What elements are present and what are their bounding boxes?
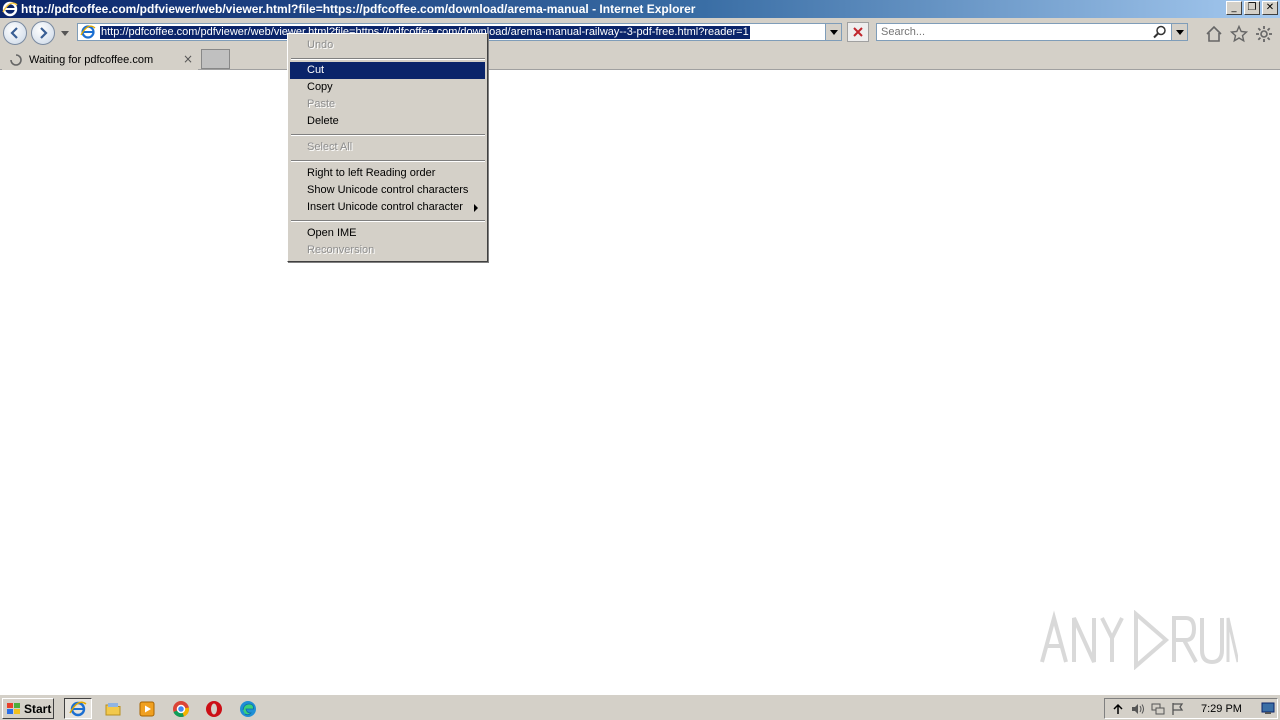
close-icon <box>853 27 863 37</box>
volume-icon[interactable] <box>1131 702 1145 716</box>
taskbar: Start 7:29 PM <box>0 694 1280 720</box>
tab-loading-page[interactable]: Waiting for pdfcoffee.com × <box>2 49 198 70</box>
navigation-toolbar: http://pdfcoffee.com/pdfviewer/web/viewe… <box>0 18 1280 48</box>
menu-item-delete[interactable]: Delete <box>290 113 485 130</box>
menu-item-paste[interactable]: Paste <box>290 96 485 113</box>
menu-item-cut[interactable]: Cut <box>290 62 485 79</box>
start-label: Start <box>24 701 52 716</box>
forward-button[interactable] <box>31 21 55 45</box>
internet-explorer-icon <box>2 1 18 17</box>
menu-separator <box>291 160 485 162</box>
back-arrow-icon <box>10 27 18 39</box>
menu-item-undo[interactable]: Undo <box>290 37 485 54</box>
search-box[interactable] <box>876 23 1188 41</box>
taskbar-app-internet-explorer[interactable] <box>64 698 92 719</box>
tab-close-button[interactable]: × <box>183 52 193 66</box>
clock[interactable]: 7:29 PM <box>1201 703 1242 715</box>
menu-separator <box>291 134 485 136</box>
history-dropdown-icon[interactable] <box>61 29 69 37</box>
loading-spinner-icon <box>10 53 22 66</box>
tab-strip: Waiting for pdfcoffee.com × <box>0 48 1280 70</box>
menu-separator <box>291 58 485 60</box>
menu-item-copy[interactable]: Copy <box>290 79 485 96</box>
menu-item-open-ime[interactable]: Open IME <box>290 225 485 242</box>
menu-separator <box>291 220 485 222</box>
favorites-star-icon[interactable] <box>1230 25 1248 43</box>
minimize-button[interactable]: _ <box>1226 1 1242 15</box>
internet-explorer-icon <box>69 701 87 716</box>
taskbar-app-edge[interactable] <box>234 698 262 719</box>
home-icon[interactable] <box>1205 25 1223 43</box>
chevron-down-icon <box>1175 30 1184 35</box>
restore-button[interactable]: ❐ <box>1244 1 1260 15</box>
search-icon[interactable] <box>1153 25 1167 39</box>
gear-icon[interactable] <box>1255 25 1273 43</box>
anyrun-watermark-logo <box>1040 610 1238 670</box>
menu-item-insert-unicode-control[interactable]: Insert Unicode control character <box>290 199 485 216</box>
address-dropdown-button[interactable] <box>825 24 841 40</box>
opera-icon <box>206 700 222 717</box>
search-dropdown-button[interactable] <box>1171 24 1187 40</box>
show-desktop-icon[interactable] <box>1261 701 1275 715</box>
new-tab-button[interactable] <box>201 49 230 69</box>
taskbar-app-file-explorer[interactable] <box>99 698 127 719</box>
media-player-icon <box>139 701 155 716</box>
taskbar-app-chrome[interactable] <box>167 698 195 719</box>
tray-expand-icon[interactable] <box>1111 702 1125 716</box>
file-explorer-icon <box>105 702 121 715</box>
context-menu: Undo Cut Copy Paste Delete Select All Ri… <box>287 33 488 262</box>
menu-item-label: Insert Unicode control character <box>307 201 463 213</box>
chevron-down-icon <box>829 30 838 35</box>
tab-label: Waiting for pdfcoffee.com <box>29 53 154 66</box>
taskbar-app-opera[interactable] <box>200 698 228 719</box>
edge-icon <box>240 700 256 717</box>
page-favicon-icon <box>80 25 96 39</box>
close-window-button[interactable]: ✕ <box>1262 1 1278 15</box>
network-icon[interactable] <box>1151 702 1165 716</box>
windows-flag-icon <box>7 702 20 714</box>
menu-item-show-unicode-control[interactable]: Show Unicode control characters <box>290 182 485 199</box>
back-button[interactable] <box>3 21 27 45</box>
menu-item-rtl-reading-order[interactable]: Right to left Reading order <box>290 165 485 182</box>
window-title: http://pdfcoffee.com/pdfviewer/web/viewe… <box>21 2 696 16</box>
submenu-arrow-icon <box>474 204 478 212</box>
window-titlebar[interactable]: http://pdfcoffee.com/pdfviewer/web/viewe… <box>0 0 1280 18</box>
start-button[interactable]: Start <box>2 698 54 719</box>
system-tray: 7:29 PM <box>1104 698 1278 719</box>
search-input[interactable] <box>877 24 1147 40</box>
stop-button[interactable] <box>847 22 869 42</box>
chrome-icon <box>173 700 190 717</box>
action-center-flag-icon[interactable] <box>1171 702 1185 716</box>
menu-item-select-all[interactable]: Select All <box>290 139 485 156</box>
taskbar-app-media-player[interactable] <box>133 698 161 719</box>
menu-item-reconversion[interactable]: Reconversion <box>290 242 485 259</box>
forward-arrow-icon <box>40 27 48 39</box>
